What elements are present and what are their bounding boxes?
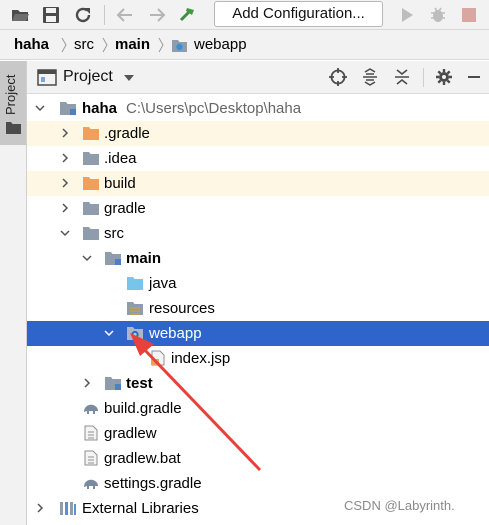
project-tool-window-tab[interactable]: Project (0, 61, 26, 145)
jsp-file-icon (151, 350, 165, 366)
chevron-right-icon[interactable] (60, 153, 70, 163)
tree-item-build[interactable]: build (27, 171, 489, 196)
breadcrumb-item-root[interactable]: haha (14, 36, 49, 54)
root-path: C:\Users\pc\Desktop\haha (126, 100, 302, 117)
hide-icon[interactable] (465, 68, 483, 86)
chevron-down-icon[interactable] (60, 228, 70, 238)
chevron-right-icon (61, 37, 67, 53)
folder-icon (83, 202, 99, 215)
tree-item-index-jsp[interactable]: index.jsp (27, 346, 489, 371)
project-tab-label: Project (3, 74, 18, 115)
tree-item-gradle[interactable]: gradle (27, 196, 489, 221)
breadcrumb-item-main[interactable]: main (115, 36, 150, 54)
tree-item-label: index.jsp (171, 350, 231, 367)
text-file-icon (84, 450, 98, 466)
debug-icon[interactable] (428, 5, 448, 25)
stop-icon[interactable] (459, 5, 479, 25)
excluded-folder-icon (83, 127, 99, 140)
save-icon[interactable] (41, 5, 61, 25)
tree-item-gradle-dir[interactable]: .gradle (27, 121, 489, 146)
tree-item-test[interactable]: test (27, 371, 489, 396)
main-toolbar: Add Configuration... (0, 0, 489, 30)
project-tree: haha C:\Users\pc\Desktop\haha .gradle .i… (27, 94, 489, 525)
tree-item-label: .gradle (104, 125, 150, 142)
chevron-right-icon (158, 37, 164, 53)
add-configuration-button[interactable]: Add Configuration... (214, 1, 383, 27)
tree-item-label: src (104, 225, 124, 242)
libraries-icon (60, 502, 76, 515)
tree-item-java[interactable]: java (27, 271, 489, 296)
resources-folder-icon (127, 302, 143, 315)
chevron-right-icon[interactable] (60, 203, 70, 213)
module-folder-icon (105, 377, 121, 390)
tree-item-label: External Libraries (82, 500, 199, 517)
tree-item-main[interactable]: main (27, 246, 489, 271)
folder-icon (83, 227, 99, 240)
sync-icon[interactable] (73, 5, 93, 25)
open-folder-icon[interactable] (10, 5, 30, 25)
tree-item-label: webapp (149, 325, 202, 342)
tree-item-label: settings.gradle (104, 475, 202, 492)
module-folder-icon (105, 252, 121, 265)
tree-item-resources[interactable]: resources (27, 296, 489, 321)
forward-arrow-icon[interactable] (147, 5, 167, 25)
breadcrumb-item-src[interactable]: src (74, 36, 94, 54)
web-folder-icon (172, 40, 187, 52)
locate-icon[interactable] (329, 68, 347, 86)
folder-icon (83, 152, 99, 165)
text-file-icon (84, 425, 98, 441)
chevron-right-icon[interactable] (35, 503, 45, 513)
module-folder-icon (60, 102, 76, 115)
watermark: CSDN @Labyrinth. (344, 498, 455, 513)
settings-icon[interactable] (435, 68, 453, 86)
gradle-elephant-icon (84, 479, 98, 489)
project-window-icon (37, 69, 57, 86)
tree-item-label: main (126, 250, 162, 267)
tree-item-build-gradle[interactable]: build.gradle (27, 396, 489, 421)
chevron-down-icon[interactable] (104, 328, 114, 338)
chevron-down-icon[interactable] (123, 74, 135, 82)
gradle-elephant-icon (84, 404, 98, 414)
tree-item-label: gradlew (104, 425, 157, 442)
back-arrow-icon[interactable] (115, 5, 135, 25)
chevron-right-icon[interactable] (60, 178, 70, 188)
tree-item-label: resources (149, 300, 215, 317)
tree-item-settings-gradle[interactable]: settings.gradle (27, 471, 489, 496)
breadcrumb-item-webapp[interactable]: webapp (194, 36, 247, 54)
chevron-right-icon[interactable] (60, 128, 70, 138)
build-hammer-icon[interactable] (178, 5, 198, 25)
source-folder-icon (127, 277, 143, 290)
folder-icon (6, 122, 21, 134)
tool-window-stripe: Project (0, 61, 27, 525)
tree-root-haha[interactable]: haha C:\Users\pc\Desktop\haha (27, 96, 489, 121)
tree-item-label: build (104, 175, 136, 192)
tree-item-webapp[interactable]: webapp (27, 321, 489, 346)
excluded-folder-icon (83, 177, 99, 190)
tree-item-label: build.gradle (104, 400, 182, 417)
header-separator (423, 68, 424, 87)
tree-item-label: java (149, 275, 177, 292)
tree-item-gradlew-bat[interactable]: gradlew.bat (27, 446, 489, 471)
collapse-all-icon[interactable] (393, 68, 411, 86)
tree-item-gradlew[interactable]: gradlew (27, 421, 489, 446)
root-name: haha (82, 100, 118, 117)
project-panel-header: Project (27, 61, 489, 94)
chevron-down-icon[interactable] (82, 253, 92, 263)
chevron-right-icon[interactable] (82, 378, 92, 388)
breadcrumb: haha src main webapp (0, 30, 489, 60)
tree-item-label: .idea (104, 150, 137, 167)
run-icon[interactable] (397, 5, 417, 25)
web-folder-icon (127, 327, 143, 340)
tree-item-idea[interactable]: .idea (27, 146, 489, 171)
tree-item-label: gradle (104, 200, 146, 217)
toolbar-separator (104, 5, 105, 25)
project-view-title[interactable]: Project (63, 68, 113, 86)
tree-item-label: test (126, 375, 153, 392)
chevron-right-icon (102, 37, 108, 53)
expand-all-icon[interactable] (361, 68, 379, 86)
tree-item-label: gradlew.bat (104, 450, 181, 467)
chevron-down-icon[interactable] (35, 103, 45, 113)
tree-item-src[interactable]: src (27, 221, 489, 246)
